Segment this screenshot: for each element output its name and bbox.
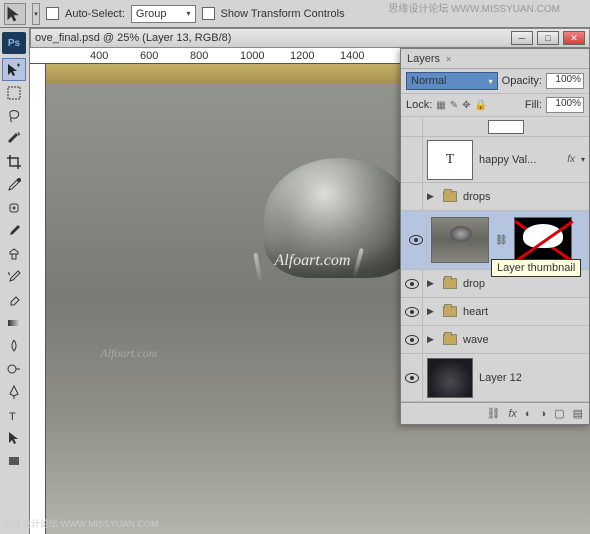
new-layer-icon[interactable]: ▤ bbox=[573, 407, 583, 420]
folder-icon bbox=[443, 334, 457, 345]
expand-arrow-icon[interactable]: ▶ bbox=[427, 278, 437, 289]
show-transform-checkbox[interactable] bbox=[202, 7, 215, 20]
clone-stamp-tool[interactable] bbox=[2, 242, 26, 265]
lock-icons: ▦ ✎ ✥ 🔒 bbox=[436, 100, 487, 111]
blend-mode-dropdown[interactable]: Normal▾ bbox=[406, 72, 498, 90]
expand-arrow-icon[interactable]: ▶ bbox=[427, 334, 437, 345]
crop-tool[interactable] bbox=[2, 150, 26, 173]
document-titlebar[interactable]: ove_final.psd @ 25% (Layer 13, RGB/8) ─ … bbox=[30, 28, 590, 48]
layer-row-selected[interactable]: ⛓ Layer thumbnail bbox=[401, 211, 589, 270]
maximize-button[interactable]: □ bbox=[537, 31, 559, 45]
visibility-eye-icon[interactable] bbox=[405, 279, 419, 289]
visibility-eye-icon[interactable] bbox=[405, 373, 419, 383]
lock-pixels-icon[interactable]: ✎ bbox=[450, 100, 458, 111]
current-tool-icon bbox=[4, 3, 26, 25]
auto-select-type-dropdown[interactable]: Group▾ bbox=[131, 5, 196, 23]
opacity-input[interactable]: 100% bbox=[546, 73, 584, 89]
gradient-tool[interactable] bbox=[2, 311, 26, 334]
opacity-label: Opacity: bbox=[502, 75, 542, 87]
marquee-tool[interactable] bbox=[2, 81, 26, 104]
magic-wand-tool[interactable] bbox=[2, 127, 26, 150]
type-tool[interactable]: T bbox=[2, 403, 26, 426]
tooltip: Layer thumbnail bbox=[491, 259, 581, 277]
tool-preset-dropdown[interactable]: ▾ bbox=[32, 3, 40, 25]
auto-select-checkbox[interactable] bbox=[46, 7, 59, 20]
brush-tool[interactable] bbox=[2, 219, 26, 242]
layer-row-group[interactable]: ▶ wave bbox=[401, 326, 589, 354]
lock-transparency-icon[interactable]: ▦ bbox=[436, 100, 445, 111]
history-brush-tool[interactable] bbox=[2, 265, 26, 288]
folder-icon bbox=[443, 278, 457, 289]
layer-mask-thumbnail[interactable] bbox=[514, 217, 572, 263]
lock-position-icon[interactable]: ✥ bbox=[462, 100, 470, 111]
visibility-eye-icon[interactable] bbox=[409, 235, 423, 245]
path-selection-tool[interactable] bbox=[2, 426, 26, 449]
document-title: ove_final.psd @ 25% (Layer 13, RGB/8) bbox=[35, 32, 231, 44]
fx-badge[interactable]: fx bbox=[567, 154, 575, 165]
blur-tool[interactable] bbox=[2, 334, 26, 357]
layers-list: T happy Val... fx ▾ ▶ drops ⛓ Layer thum… bbox=[401, 117, 589, 402]
fill-input[interactable]: 100% bbox=[546, 97, 584, 113]
layer-row-text[interactable]: T happy Val... fx ▾ bbox=[401, 137, 589, 183]
auto-select-label: Auto-Select: bbox=[65, 8, 125, 20]
layers-panel: Layers× Normal▾ Opacity: 100% Lock: ▦ ✎ … bbox=[400, 48, 590, 425]
layer-thumbnail[interactable] bbox=[427, 358, 473, 398]
expand-arrow-icon[interactable]: ▶ bbox=[427, 191, 437, 202]
eraser-tool[interactable] bbox=[2, 288, 26, 311]
layer-row[interactable]: Layer 12 bbox=[401, 354, 589, 402]
lock-all-icon[interactable]: 🔒 bbox=[475, 100, 487, 111]
layer-row-group[interactable]: ▶ heart bbox=[401, 298, 589, 326]
link-icon[interactable]: ⛓ bbox=[495, 235, 508, 246]
expand-arrow-icon[interactable]: ▶ bbox=[427, 306, 437, 317]
visibility-eye-icon[interactable] bbox=[405, 307, 419, 317]
dodge-tool[interactable] bbox=[2, 357, 26, 380]
layer-style-icon[interactable]: fx bbox=[508, 408, 517, 420]
photoshop-icon: Ps bbox=[2, 32, 26, 54]
svg-text:T: T bbox=[9, 411, 16, 423]
layer-row-group[interactable]: ▶ drops bbox=[401, 183, 589, 211]
eyedropper-tool[interactable] bbox=[2, 173, 26, 196]
layer-thumbnail[interactable] bbox=[431, 217, 489, 263]
close-button[interactable]: ✕ bbox=[563, 31, 585, 45]
watermark-canvas-2: Alfoart.com bbox=[100, 346, 157, 361]
tools-panel: Ps T bbox=[0, 28, 30, 534]
fill-label: Fill: bbox=[525, 99, 542, 111]
lock-label: Lock: bbox=[406, 99, 432, 111]
show-transform-label: Show Transform Controls bbox=[221, 8, 345, 20]
rectangle-tool[interactable] bbox=[2, 449, 26, 472]
close-icon[interactable]: × bbox=[446, 54, 451, 64]
visibility-eye-icon[interactable] bbox=[405, 335, 419, 345]
new-group-icon[interactable]: ▢ bbox=[554, 407, 564, 420]
options-bar: ▾ Auto-Select: Group▾ Show Transform Con… bbox=[0, 0, 590, 28]
layers-panel-footer: ⛓ fx ◐ ◑ ▢ ▤ bbox=[401, 402, 589, 424]
layer-mask-icon[interactable]: ◐ bbox=[525, 408, 532, 420]
adjustment-layer-icon[interactable]: ◑ bbox=[540, 408, 547, 420]
vertical-ruler[interactable] bbox=[30, 64, 46, 534]
link-layers-icon[interactable]: ⛓ bbox=[486, 407, 500, 420]
healing-brush-tool[interactable] bbox=[2, 196, 26, 219]
text-layer-thumbnail[interactable]: T bbox=[427, 140, 473, 180]
move-tool[interactable] bbox=[2, 58, 26, 81]
minimize-button[interactable]: ─ bbox=[511, 31, 533, 45]
layer-row[interactable] bbox=[401, 117, 589, 137]
folder-icon bbox=[443, 306, 457, 317]
folder-icon bbox=[443, 191, 457, 202]
pen-tool[interactable] bbox=[2, 380, 26, 403]
layers-tab[interactable]: Layers× bbox=[401, 49, 589, 69]
lasso-tool[interactable] bbox=[2, 104, 26, 127]
